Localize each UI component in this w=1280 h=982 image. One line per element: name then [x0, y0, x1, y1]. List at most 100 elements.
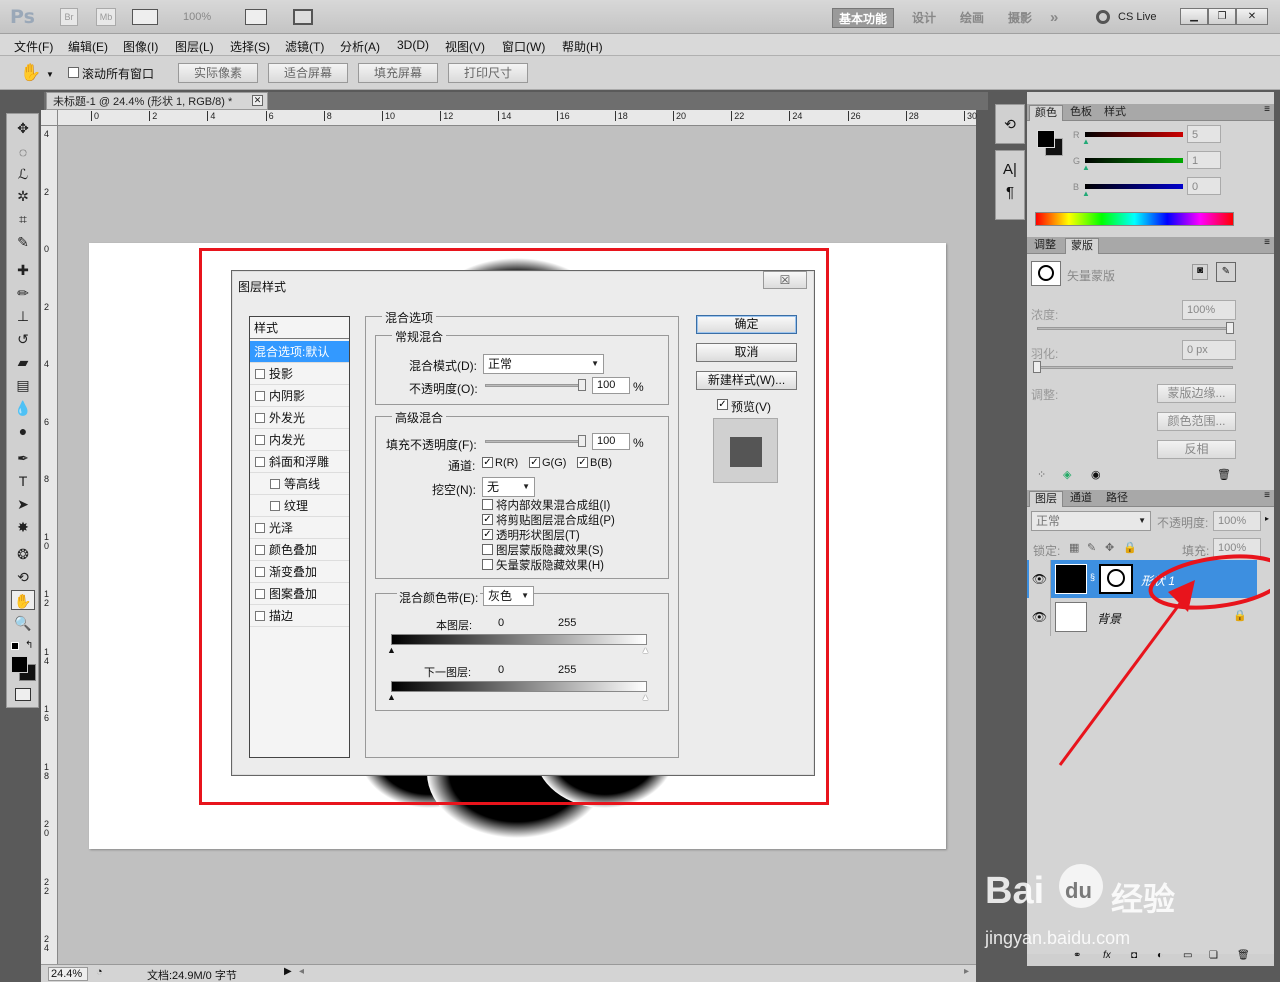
menu-help[interactable]: 帮助(H) [562, 38, 603, 55]
tab-color[interactable]: 颜色 [1029, 105, 1063, 121]
color-channel-value[interactable]: 0 [1187, 177, 1221, 195]
density-slider-thumb[interactable] [1226, 322, 1234, 334]
menu-3d[interactable]: 3D(D) [397, 38, 429, 52]
pixel-mask-icon[interactable]: ◙ [1192, 264, 1208, 280]
blur-tool-icon[interactable]: 💧 [11, 398, 35, 418]
mask-visibility-eye-icon[interactable]: ◉ [1091, 468, 1101, 481]
pen-tool-icon[interactable]: ✒ [11, 448, 35, 468]
tab-swatches[interactable]: 色板 [1065, 105, 1097, 121]
hand-tool-icon[interactable]: ✋ [11, 590, 35, 610]
add-mask-icon[interactable]: ◘ [1131, 950, 1137, 961]
color-range-button[interactable]: 颜色范围... [1157, 412, 1236, 431]
apply-mask-icon[interactable]: ◈ [1063, 468, 1071, 481]
color-channel-value[interactable]: 5 [1187, 125, 1221, 143]
actual-pixels-button[interactable]: 实际像素 [178, 63, 258, 83]
delete-mask-icon[interactable]: 🗑 [1217, 468, 1231, 481]
magic-wand-tool-icon[interactable]: ✲ [11, 186, 35, 206]
layer-opacity-arrow-icon[interactable]: ▸ [1265, 514, 1269, 523]
screen-mode-icon[interactable] [293, 9, 313, 25]
arrange-documents-icon[interactable] [245, 9, 267, 25]
marquee-tool-icon[interactable]: ◌ [11, 142, 35, 162]
menu-window[interactable]: 窗口(W) [502, 38, 545, 55]
quick-mask-icon[interactable] [15, 688, 31, 701]
menu-analysis[interactable]: 分析(A) [340, 38, 380, 55]
3d-orbit-tool-icon[interactable]: ⟲ [11, 567, 35, 587]
color-channel-value[interactable]: 1 [1187, 151, 1221, 169]
mask-edge-button[interactable]: 蒙版边缘... [1157, 384, 1236, 403]
swap-colors-icon[interactable]: ↰ [25, 640, 33, 651]
color-channel-thumb[interactable]: ▲ [1082, 189, 1090, 198]
mini-bridge-button[interactable]: Mb [96, 8, 116, 26]
restore-icon[interactable]: ❐ [1208, 8, 1236, 25]
preset-dropdown-icon[interactable]: ▼ [46, 70, 54, 79]
color-panel-menu-icon[interactable]: ≡ [1264, 104, 1270, 115]
more-workspaces-icon[interactable]: » [1050, 8, 1058, 28]
color-channel-slider[interactable] [1085, 184, 1183, 189]
custom-shape-tool-icon[interactable]: ✸ [11, 517, 35, 537]
zoom-level[interactable]: 100% [183, 11, 211, 23]
eyedropper-tool-icon[interactable]: ✎ [11, 232, 35, 252]
document-tab[interactable]: 未标题-1 @ 24.4% (形状 1, RGB/8) * ✕ [46, 92, 268, 110]
character-panel-icon[interactable]: A| [996, 161, 1024, 178]
tab-masks[interactable]: 蒙版 [1065, 238, 1099, 254]
tab-styles[interactable]: 样式 [1099, 105, 1131, 121]
hand-tool-preset-icon[interactable]: ✋ [20, 63, 41, 83]
color-panel-foreground-swatch[interactable] [1037, 130, 1055, 148]
close-icon[interactable]: ✕ [1236, 8, 1268, 25]
scroll-right-icon[interactable]: ▸ [964, 966, 969, 977]
new-adjustment-layer-icon[interactable]: ◐ [1157, 950, 1163, 961]
delete-layer-icon[interactable]: 🗑 [1237, 950, 1250, 961]
view-extras-icon[interactable] [132, 9, 158, 25]
workspace-design[interactable]: 设计 [912, 8, 936, 28]
path-selection-tool-icon[interactable]: ➤ [11, 494, 35, 514]
color-spectrum-ramp[interactable] [1035, 212, 1234, 226]
menu-select[interactable]: 选择(S) [230, 38, 270, 55]
vector-mask-icon[interactable]: ✎ [1216, 262, 1236, 282]
layer-opacity-value[interactable]: 100% [1213, 511, 1261, 531]
zoom-tool-icon[interactable]: 🔍 [11, 613, 35, 633]
load-selection-icon[interactable]: ⁘ [1037, 468, 1046, 481]
scroll-left-icon[interactable]: ◂ [299, 966, 304, 977]
default-colors-icon[interactable] [11, 642, 19, 650]
gradient-tool-icon[interactable]: ▤ [11, 375, 35, 395]
tab-channels[interactable]: 通道 [1065, 491, 1097, 507]
workspace-photography[interactable]: 摄影 [1008, 8, 1032, 28]
menu-layer[interactable]: 图层(L) [175, 38, 214, 55]
menu-view[interactable]: 视图(V) [445, 38, 485, 55]
history-panel-icon[interactable]: ⟲ [995, 104, 1025, 144]
lasso-tool-icon[interactable]: ℒ [11, 164, 35, 184]
fill-screen-button[interactable]: 填充屏幕 [358, 63, 438, 83]
menu-edit[interactable]: 编辑(E) [68, 38, 108, 55]
status-menu-icon[interactable]: ▶ [284, 966, 292, 977]
eraser-tool-icon[interactable]: ▰ [11, 352, 35, 372]
color-channel-slider[interactable] [1085, 158, 1183, 163]
feather-slider-thumb[interactable] [1033, 361, 1041, 373]
density-slider[interactable] [1037, 327, 1233, 330]
tab-adjustments[interactable]: 调整 [1029, 238, 1061, 254]
type-tool-icon[interactable]: T [11, 471, 35, 491]
new-group-icon[interactable]: ▭ [1183, 950, 1192, 961]
print-size-button[interactable]: 打印尺寸 [448, 63, 528, 83]
feather-slider[interactable] [1037, 366, 1233, 369]
ruler-origin[interactable] [41, 110, 58, 126]
menu-image[interactable]: 图像(I) [123, 38, 158, 55]
cslive-menu[interactable]: CS Live [1118, 11, 1157, 23]
add-layer-style-icon[interactable]: fx [1103, 950, 1111, 961]
dodge-tool-icon[interactable]: ● [11, 421, 35, 441]
3d-rotate-tool-icon[interactable]: ❂ [11, 544, 35, 564]
status-info-icon[interactable]: ◔ [96, 966, 103, 978]
link-layers-icon[interactable]: ⚭ [1073, 950, 1081, 961]
status-zoom[interactable]: 24.4% [48, 967, 88, 981]
layer-blend-mode-select[interactable]: 正常 [1031, 511, 1151, 531]
bridge-button[interactable]: Br [60, 8, 78, 26]
tab-paths[interactable]: 路径 [1101, 491, 1133, 507]
scroll-all-windows-checkbox[interactable] [68, 67, 79, 78]
foreground-color-swatch[interactable] [11, 656, 28, 673]
color-channel-slider[interactable] [1085, 132, 1183, 137]
color-channel-thumb[interactable]: ▲ [1082, 163, 1090, 172]
history-brush-tool-icon[interactable]: ↺ [11, 329, 35, 349]
invert-button[interactable]: 反相 [1157, 440, 1236, 459]
move-tool-icon[interactable]: ✥ [11, 118, 35, 138]
close-document-icon[interactable]: ✕ [252, 95, 263, 106]
minimize-icon[interactable]: ▁ [1180, 8, 1208, 25]
